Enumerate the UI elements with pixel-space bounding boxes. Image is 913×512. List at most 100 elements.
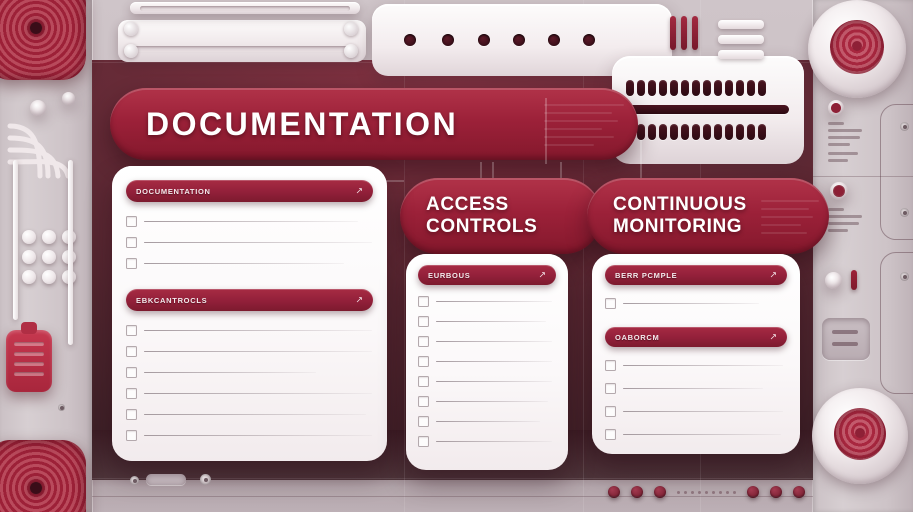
section-header-label: OABORCM: [615, 332, 660, 342]
checklist-row[interactable]: [418, 416, 556, 427]
vertical-bar-decor: [68, 160, 73, 345]
checkbox[interactable]: [418, 296, 429, 307]
heading-pill-continuous-monitoring: CONTINUOUS MONITORING: [587, 178, 829, 254]
row-line: [436, 380, 552, 383]
checkbox[interactable]: [605, 360, 616, 371]
checklist-row[interactable]: [126, 346, 373, 357]
rosette-decor-icon: [0, 0, 86, 80]
panel-slot-decor: [822, 318, 870, 360]
machine-hole: [583, 34, 595, 46]
checkbox[interactable]: [126, 325, 137, 336]
heading-line-2: CONTROLS: [426, 216, 538, 237]
checklist-row[interactable]: [418, 296, 556, 307]
checkbox[interactable]: [418, 416, 429, 427]
section-header-monitoring-primary[interactable]: BERR PCMPLE ↗: [605, 265, 787, 285]
checklist-row[interactable]: [126, 258, 373, 269]
screw-icon: [130, 476, 139, 485]
checkbox[interactable]: [126, 237, 137, 248]
checklist-row[interactable]: [126, 430, 373, 441]
menu-hamburger-icon[interactable]: [718, 20, 764, 65]
checklist-row[interactable]: [126, 237, 373, 248]
section-header-label: DOCUMENTATION: [136, 186, 211, 196]
external-link-arrow-icon[interactable]: ↗: [538, 270, 546, 280]
checklist-row[interactable]: [126, 388, 373, 399]
machine-hole: [513, 34, 525, 46]
checklist-row[interactable]: [605, 383, 787, 394]
checklist-row[interactable]: [418, 316, 556, 327]
top-slider-rail[interactable]: [118, 20, 366, 62]
machine-key-bar: [626, 105, 789, 114]
section-header-documentation[interactable]: DOCUMENTATION ↗: [126, 180, 373, 202]
checkbox[interactable]: [126, 388, 137, 399]
row-line: [436, 320, 546, 323]
small-dial-knob-icon: [830, 182, 848, 200]
checklist-row[interactable]: [605, 429, 787, 440]
screenshot-root: DOCUMENTATION ACCESS CONTROLS CONTINUOUS…: [0, 0, 913, 512]
section-header-monitoring-secondary[interactable]: OABORCM ↗: [605, 327, 787, 347]
checkbox[interactable]: [126, 346, 137, 357]
checkbox[interactable]: [605, 298, 616, 309]
indicator-knob-icon: [825, 272, 842, 289]
checklist-row[interactable]: [605, 406, 787, 417]
heading-line-1: ACCESS: [426, 194, 509, 215]
checklist-row[interactable]: [126, 325, 373, 336]
vertical-bars-icon: [670, 16, 698, 50]
checklist-row[interactable]: [418, 396, 556, 407]
pill-ridge-decor: [761, 200, 819, 240]
checkbox[interactable]: [418, 336, 429, 347]
checklist-row[interactable]: [418, 376, 556, 387]
checkbox[interactable]: [126, 409, 137, 420]
external-link-arrow-icon[interactable]: ↗: [769, 270, 777, 280]
row-line: [436, 360, 552, 363]
connector-tick: [545, 98, 547, 164]
checkbox[interactable]: [605, 406, 616, 417]
checklist-row[interactable]: [418, 436, 556, 447]
row-line: [144, 262, 344, 265]
indicator-bar-icon: [851, 270, 857, 290]
clipboard-clip: [21, 322, 37, 334]
checklist-row[interactable]: [126, 367, 373, 378]
checkbox[interactable]: [126, 258, 137, 269]
card-content: BERR PCMPLE ↗ OABORCM ↗: [605, 265, 787, 452]
machine-key-row: [626, 124, 766, 140]
clipboard-icon: [6, 322, 52, 392]
top-slider-rail-secondary[interactable]: [130, 2, 360, 14]
checkbox[interactable]: [126, 367, 137, 378]
external-link-arrow-icon[interactable]: ↗: [355, 186, 363, 196]
row-line: [144, 220, 358, 223]
section-header-controls[interactable]: EBKCANTROCLS ↗: [126, 289, 373, 311]
rosette-decor-icon: [0, 440, 86, 512]
decor-text-lines: [828, 122, 862, 150]
screw-icon: [900, 272, 909, 281]
page-title: DOCUMENTATION: [146, 105, 459, 142]
checklist-row[interactable]: [418, 356, 556, 367]
checklist-row[interactable]: [126, 409, 373, 420]
row-line: [436, 400, 548, 403]
checkbox[interactable]: [418, 376, 429, 387]
checklist-row[interactable]: [605, 360, 787, 371]
section-header-label: BERR PCMPLE: [615, 270, 678, 280]
checkbox[interactable]: [418, 436, 429, 447]
heading-line-1: CONTINUOUS: [613, 194, 747, 215]
checkbox[interactable]: [126, 216, 137, 227]
checklist-row[interactable]: [418, 336, 556, 347]
pill-ridge-decor: [544, 104, 624, 152]
checkbox[interactable]: [418, 316, 429, 327]
checkbox[interactable]: [418, 356, 429, 367]
decor-text-lines: [828, 152, 862, 166]
checkbox[interactable]: [605, 429, 616, 440]
external-link-arrow-icon[interactable]: ↗: [355, 295, 363, 305]
machine-hole: [404, 34, 416, 46]
checklist-row[interactable]: [605, 298, 787, 309]
checkbox[interactable]: [418, 396, 429, 407]
section-header-access[interactable]: EURBOUS ↗: [418, 265, 556, 285]
external-link-arrow-icon[interactable]: ↗: [769, 332, 777, 342]
section-header-label: EURBOUS: [428, 270, 471, 280]
checkbox[interactable]: [126, 430, 137, 441]
row-line: [144, 434, 372, 437]
machine-hole: [548, 34, 560, 46]
section-header-label: EBKCANTROCLS: [136, 295, 208, 305]
checklist-row[interactable]: [126, 216, 373, 227]
checkbox[interactable]: [605, 383, 616, 394]
machine-hole: [478, 34, 490, 46]
